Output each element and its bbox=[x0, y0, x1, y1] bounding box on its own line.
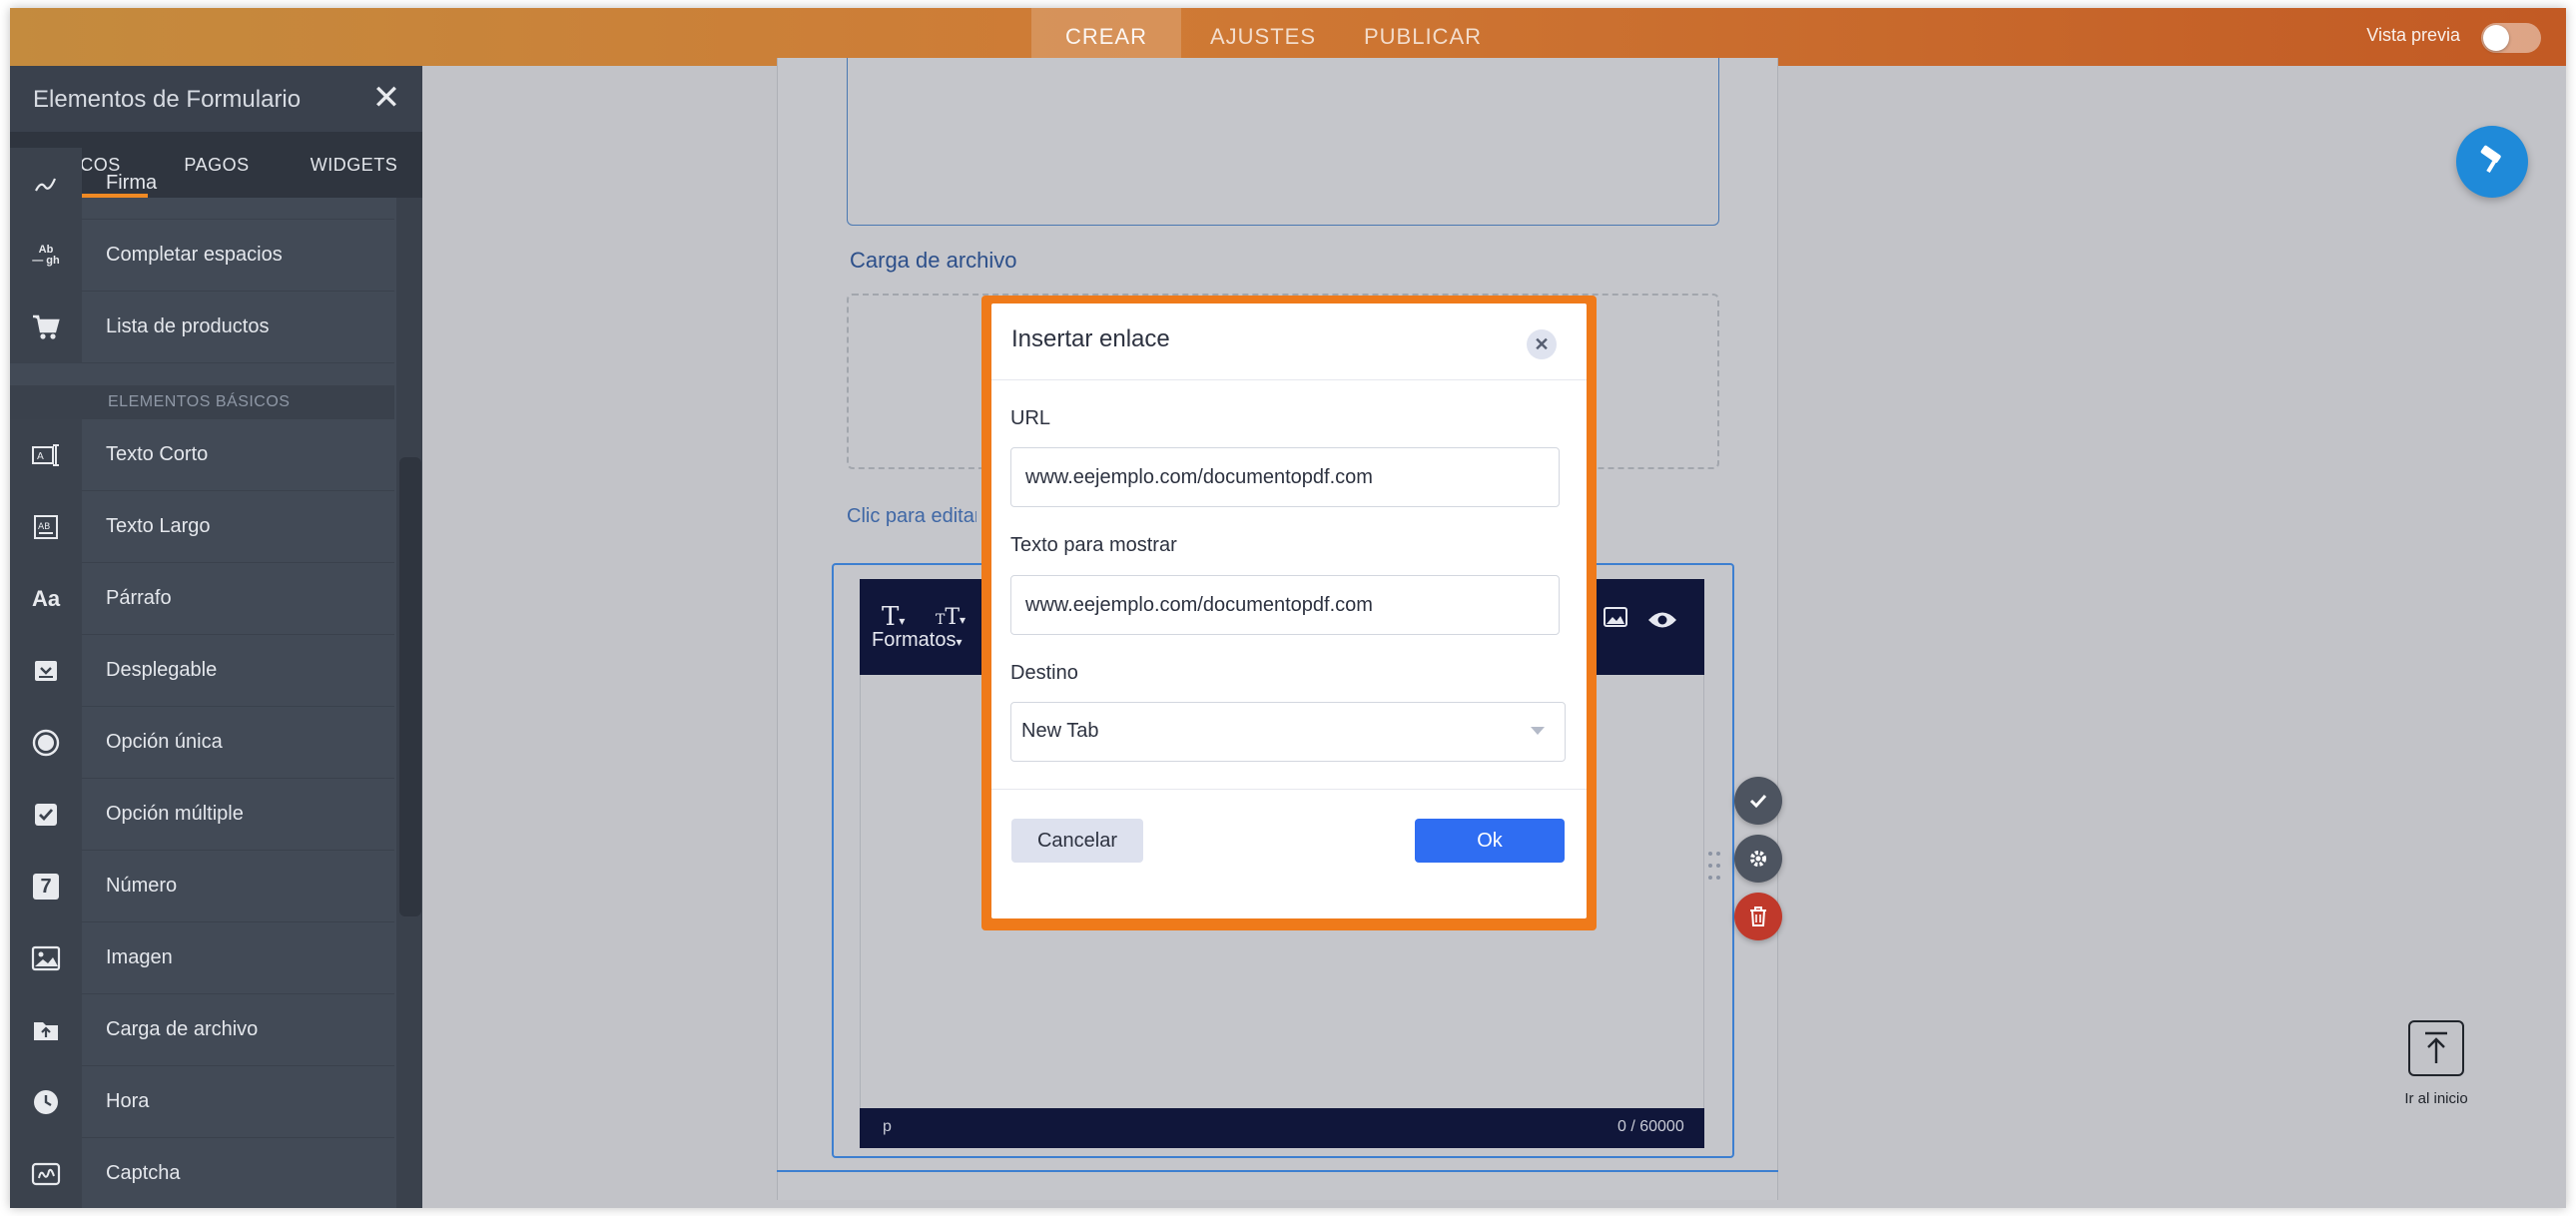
check-icon bbox=[1749, 794, 1767, 809]
formats-dropdown[interactable]: Formatos▾ bbox=[872, 629, 963, 652]
form-bottom-divider bbox=[777, 1170, 1778, 1172]
app-window: CREAR AJUSTES PUBLICAR Vista previa Elem… bbox=[10, 8, 2566, 1208]
confirm-field-button[interactable] bbox=[1734, 777, 1782, 825]
form-canvas-layer: Carga de archivo Clic para editar T▾ TT▾… bbox=[10, 8, 2566, 1208]
file-upload-label: Carga de archivo bbox=[850, 248, 1017, 273]
paint-roller-icon bbox=[2480, 145, 2501, 174]
insert-image-icon[interactable] bbox=[1604, 606, 1627, 634]
editor-path-tag: p bbox=[883, 1118, 892, 1135]
formats-label: Formatos bbox=[872, 629, 957, 651]
dialog-divider bbox=[991, 789, 1587, 790]
display-text-input[interactable] bbox=[1010, 575, 1560, 635]
gear-icon bbox=[1750, 851, 1766, 867]
dialog-divider bbox=[991, 379, 1587, 380]
target-select-value: New Tab bbox=[1021, 720, 1099, 742]
scroll-to-top-button[interactable] bbox=[2408, 1020, 2464, 1076]
field-settings-button[interactable] bbox=[1734, 835, 1782, 883]
scroll-to-top-label: Ir al inicio bbox=[2404, 1090, 2468, 1107]
click-to-edit-text[interactable]: Clic para editar bbox=[847, 505, 976, 528]
font-size-icon[interactable]: TT▾ bbox=[936, 605, 966, 630]
long-text-field[interactable] bbox=[847, 58, 1719, 226]
target-label: Destino bbox=[1010, 662, 1078, 684]
cancel-button[interactable]: Cancelar bbox=[1011, 819, 1143, 863]
url-label: URL bbox=[1010, 407, 1051, 429]
form-designer-button[interactable] bbox=[2456, 126, 2528, 198]
delete-field-button[interactable] bbox=[1734, 893, 1782, 940]
character-counter: 0 / 60000 bbox=[1617, 1118, 1684, 1135]
drag-handle-icon[interactable] bbox=[1707, 851, 1721, 881]
url-input[interactable] bbox=[1010, 447, 1560, 507]
editor-status-bar bbox=[860, 1108, 1704, 1148]
display-text-label: Texto para mostrar bbox=[1010, 534, 1177, 556]
chevron-down-icon bbox=[1531, 727, 1545, 735]
trash-icon bbox=[1750, 907, 1766, 926]
close-icon[interactable]: ✕ bbox=[1527, 329, 1557, 359]
dialog-title: Insertar enlace bbox=[1011, 325, 1170, 352]
arrow-up-icon bbox=[2425, 1031, 2447, 1063]
preview-eye-icon[interactable] bbox=[1647, 608, 1677, 636]
ok-button[interactable]: Ok bbox=[1415, 819, 1565, 863]
font-family-icon[interactable]: T▾ bbox=[882, 602, 905, 632]
